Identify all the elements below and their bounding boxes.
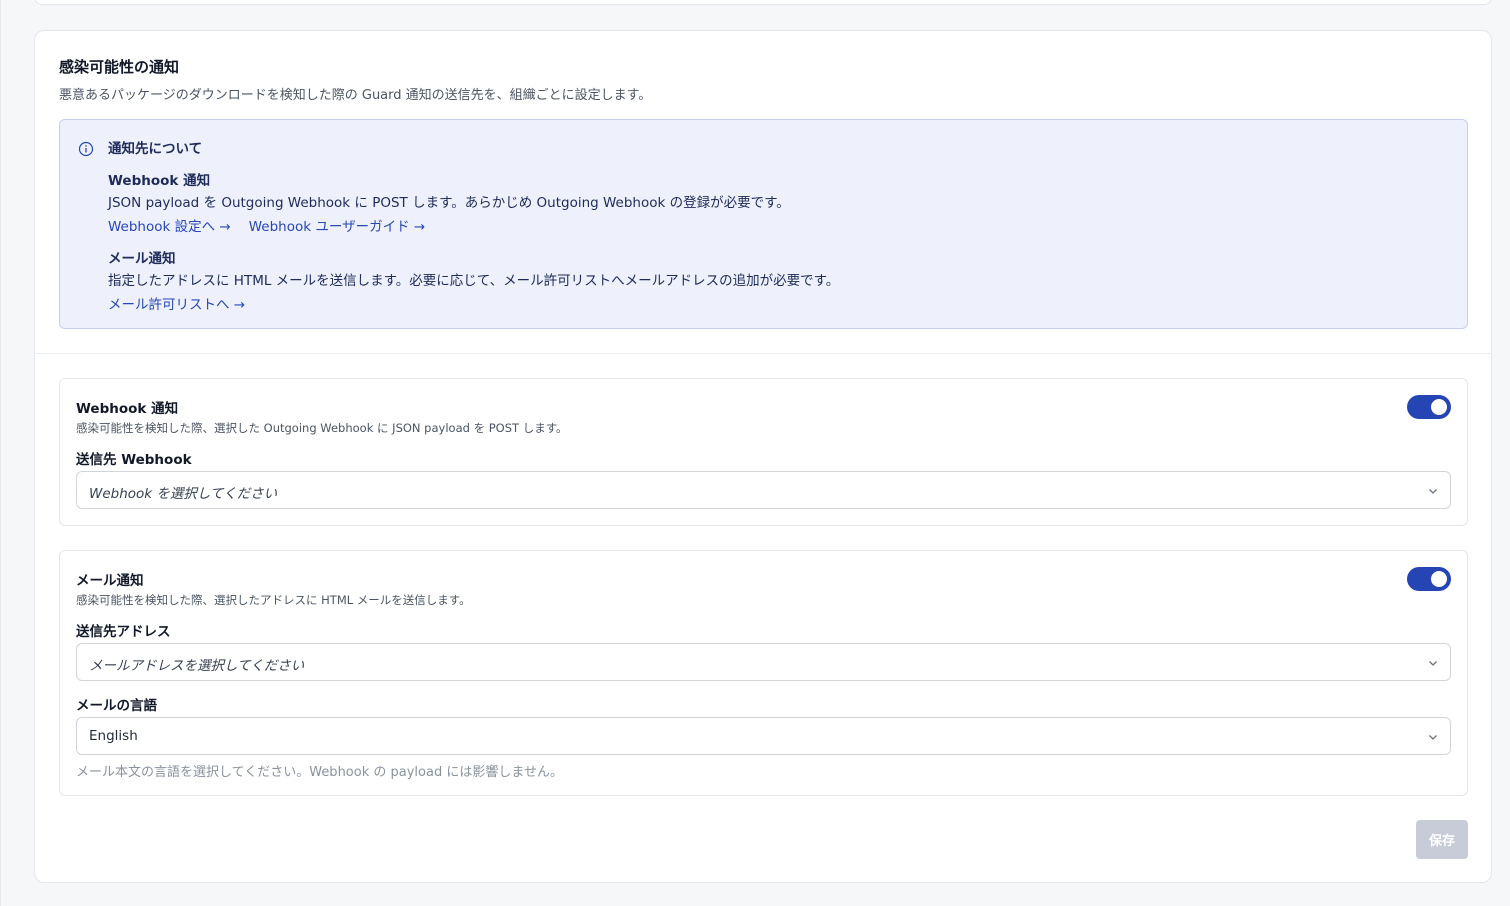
- chevron-down-icon: [1429, 489, 1437, 494]
- webhook-toggle[interactable]: [1407, 395, 1451, 419]
- mail-section-description: 感染可能性を検知した際、選択したアドレスに HTML メールを送信します。: [76, 593, 471, 607]
- mail-notification-section: メール通知 感染可能性を検知した際、選択したアドレスに HTML メールを送信し…: [59, 550, 1468, 796]
- info-webhook-text: JSON payload を Outgoing Webhook に POST し…: [108, 195, 790, 211]
- mail-section-title: メール通知: [76, 573, 144, 589]
- webhook-section-description: 感染可能性を検知した際、選択した Outgoing Webhook に JSON…: [76, 421, 568, 435]
- page-title: 感染可能性の通知: [59, 58, 180, 76]
- mail-toggle[interactable]: [1407, 567, 1451, 591]
- divider: [35, 353, 1491, 354]
- previous-card: [34, 0, 1492, 5]
- webhook-section-title: Webhook 通知: [76, 401, 179, 417]
- info-icon: [78, 141, 94, 157]
- mail-language-value: English: [89, 728, 138, 744]
- save-button[interactable]: 保存: [1416, 820, 1468, 859]
- mail-language-label: メールの言語: [76, 698, 157, 714]
- webhook-destination-label: 送信先 Webhook: [76, 452, 192, 468]
- chevron-down-icon: [1429, 661, 1437, 666]
- chevron-down-icon: [1429, 735, 1437, 740]
- info-webhook-links: Webhook 設定へ → Webhook ユーザーガイド →: [108, 215, 425, 235]
- info-heading: 通知先について: [108, 141, 203, 157]
- mail-address-placeholder: メールアドレスを選択してください: [89, 658, 305, 674]
- mail-address-select[interactable]: メールアドレスを選択してください: [76, 643, 1451, 681]
- toggle-knob: [1431, 571, 1447, 587]
- info-mail-text: 指定したアドレスに HTML メールを送信します。必要に応じて、メール許可リスト…: [108, 273, 840, 289]
- webhook-notification-section: Webhook 通知 感染可能性を検知した際、選択した Outgoing Web…: [59, 378, 1468, 526]
- toggle-knob: [1431, 399, 1447, 415]
- mail-address-label: 送信先アドレス: [76, 624, 171, 640]
- info-mail-title: メール通知: [108, 251, 176, 267]
- info-webhook-title: Webhook 通知: [108, 173, 211, 189]
- mail-language-help: メール本文の言語を選択してください。Webhook の payload には影響…: [76, 765, 563, 780]
- info-callout: 通知先について Webhook 通知 JSON payload を Outgoi…: [59, 119, 1468, 329]
- infection-notification-card: 感染可能性の通知 悪意あるパッケージのダウンロードを検知した際の Guard 通…: [34, 30, 1492, 883]
- page-edge: [0, 0, 1, 906]
- webhook-settings-link[interactable]: Webhook 設定へ →: [108, 215, 231, 235]
- mail-language-select[interactable]: English: [76, 717, 1451, 755]
- page-description: 悪意あるパッケージのダウンロードを検知した際の Guard 通知の送信先を、組織…: [59, 88, 652, 103]
- info-mail-links: メール許可リストへ →: [108, 293, 245, 313]
- mail-allowlist-link[interactable]: メール許可リストへ →: [108, 293, 245, 313]
- webhook-select[interactable]: Webhook を選択してください: [76, 471, 1451, 509]
- webhook-user-guide-link[interactable]: Webhook ユーザーガイド →: [249, 215, 425, 235]
- webhook-select-placeholder: Webhook を選択してください: [89, 486, 278, 502]
